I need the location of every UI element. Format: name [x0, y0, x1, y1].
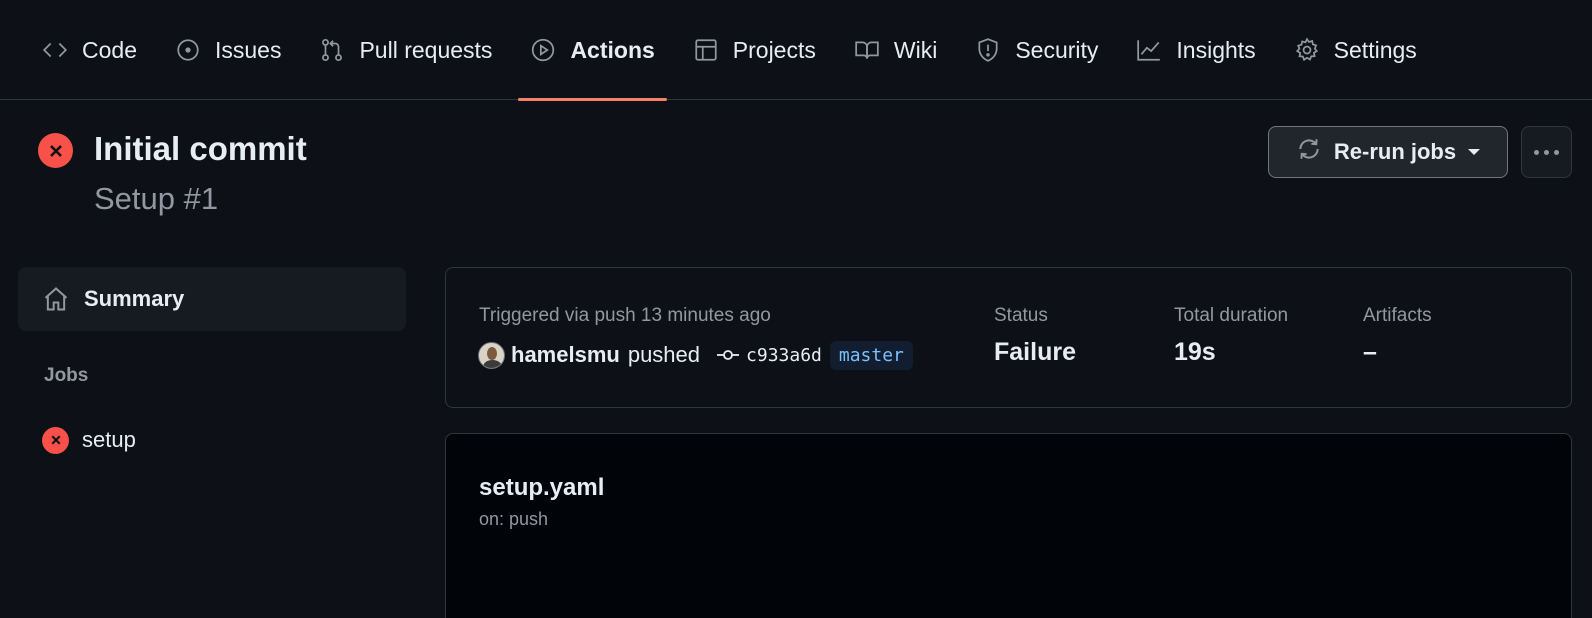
run-subtitle: Setup #1	[94, 181, 219, 216]
artifacts-label: Artifacts	[1363, 305, 1432, 326]
actor-action: pushed	[627, 342, 701, 367]
shield-icon	[975, 37, 1001, 63]
trigger-details: hamelsmu pushed c933a6d master	[478, 340, 913, 370]
sidebar-item-job-setup[interactable]: setup	[42, 424, 136, 456]
commit-sha-link[interactable]: c933a6d	[746, 345, 822, 366]
table-icon	[693, 37, 719, 63]
workflow-graph-card: setup.yaml on: push	[445, 433, 1572, 618]
tab-actions[interactable]: Actions	[518, 0, 668, 101]
rerun-jobs-button[interactable]: Re-run jobs	[1268, 126, 1508, 178]
artifacts-value: –	[1363, 338, 1377, 366]
jobs-heading: Jobs	[44, 365, 89, 386]
rerun-jobs-label: Re-run jobs	[1333, 139, 1457, 164]
tab-label: Projects	[732, 36, 816, 63]
tab-projects[interactable]: Projects	[681, 0, 828, 100]
tab-label: Settings	[1333, 36, 1417, 63]
kebab-dot	[1554, 149, 1559, 155]
page-title: Initial commit	[94, 130, 307, 167]
branch-badge[interactable]: master	[829, 340, 913, 370]
tab-label: Actions	[570, 36, 655, 63]
tab-code[interactable]: Code	[42, 0, 149, 100]
tab-security[interactable]: Security	[963, 0, 1110, 100]
duration-value: 19s	[1174, 338, 1216, 366]
run-summary-card: Triggered via push 13 minutes ago hamels…	[445, 267, 1572, 408]
tab-settings[interactable]: Settings	[1282, 0, 1429, 100]
kebab-dot	[1544, 149, 1549, 155]
tab-insights[interactable]: Insights	[1124, 0, 1267, 100]
more-options-button[interactable]	[1521, 126, 1572, 178]
gear-icon	[1294, 37, 1320, 63]
tab-label: Issues	[214, 36, 282, 63]
tab-label: Code	[82, 36, 137, 63]
avatar[interactable]	[478, 341, 505, 369]
kebab-dot	[1534, 149, 1539, 155]
git-pull-request-icon	[319, 37, 345, 63]
triangle-down-icon	[1468, 149, 1481, 155]
home-icon	[44, 287, 68, 311]
repo-nav: Code Issues Pull requests Actions Projec…	[0, 0, 1592, 101]
issue-opened-icon	[175, 37, 201, 63]
graph-icon	[1136, 37, 1162, 63]
tab-label: Insights	[1176, 36, 1256, 63]
x-circle-fill-icon	[42, 426, 69, 454]
git-commit-icon	[716, 347, 740, 363]
tab-issues[interactable]: Issues	[163, 0, 293, 100]
sync-icon	[1296, 136, 1322, 168]
sidebar-item-label: Summary	[84, 286, 185, 311]
sidebar-item-summary[interactable]: Summary	[18, 267, 406, 331]
tab-wiki[interactable]: Wiki	[842, 0, 949, 100]
workflow-trigger: on: push	[479, 509, 549, 529]
tab-label: Pull requests	[359, 36, 493, 63]
duration-label: Total duration	[1174, 305, 1289, 326]
status-value: Failure	[994, 338, 1076, 366]
book-icon	[854, 37, 880, 63]
tab-label: Security	[1015, 36, 1099, 63]
play-icon	[530, 37, 556, 63]
x-circle-fill-icon	[38, 133, 73, 168]
code-icon	[42, 37, 68, 63]
trigger-text: Triggered via push 13 minutes ago	[479, 305, 771, 326]
actor-link[interactable]: hamelsmu	[511, 342, 620, 368]
status-label: Status	[994, 305, 1048, 326]
workflow-file-link[interactable]: setup.yaml	[479, 474, 604, 502]
tab-pull-requests[interactable]: Pull requests	[307, 0, 504, 100]
tab-label: Wiki	[893, 36, 938, 63]
job-label: setup	[82, 427, 136, 452]
